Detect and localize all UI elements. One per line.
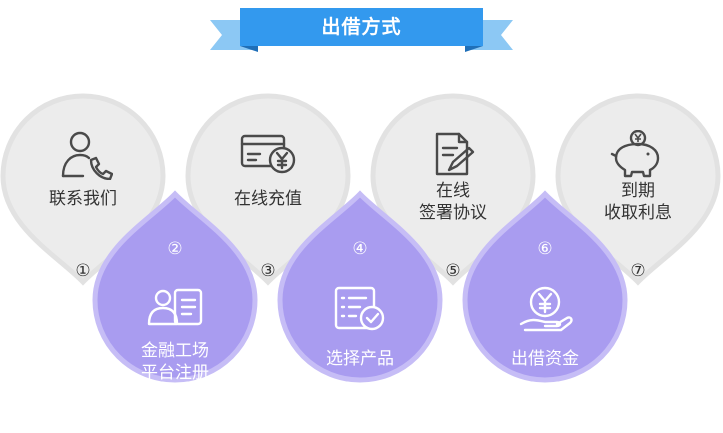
- step-label: 选择产品: [277, 348, 443, 370]
- checklist-icon: [330, 284, 390, 334]
- step-4: 选择产品 ④: [277, 172, 443, 384]
- step-label-line: 平台注册: [141, 363, 209, 383]
- step-2: 金融工场 平台注册 ②: [92, 172, 258, 384]
- step-number: ⑦: [630, 261, 646, 281]
- step-label: 出借资金: [462, 348, 628, 370]
- coin-hand-icon: [515, 284, 575, 334]
- step-number: ⑥: [537, 239, 553, 259]
- step-6: 出借资金 ⑥: [462, 172, 628, 384]
- step-number: ④: [352, 239, 368, 259]
- page-title: 出借方式: [321, 16, 402, 38]
- step-label-line: 金融工场: [141, 341, 209, 361]
- step-label-line: 出借资金: [511, 349, 579, 369]
- step-number: ②: [167, 239, 183, 259]
- step-label-line: 选择产品: [326, 349, 394, 369]
- step-label: 金融工场 平台注册: [92, 340, 258, 384]
- id-card-icon: [145, 284, 205, 334]
- process-diagram: 出借方式 联系我们 ① 在线充值 ③ 在线 签署协议 ⑤ 到期 收取利息 ⑦ 金融工场 平台注册 ② 选择…: [0, 0, 723, 433]
